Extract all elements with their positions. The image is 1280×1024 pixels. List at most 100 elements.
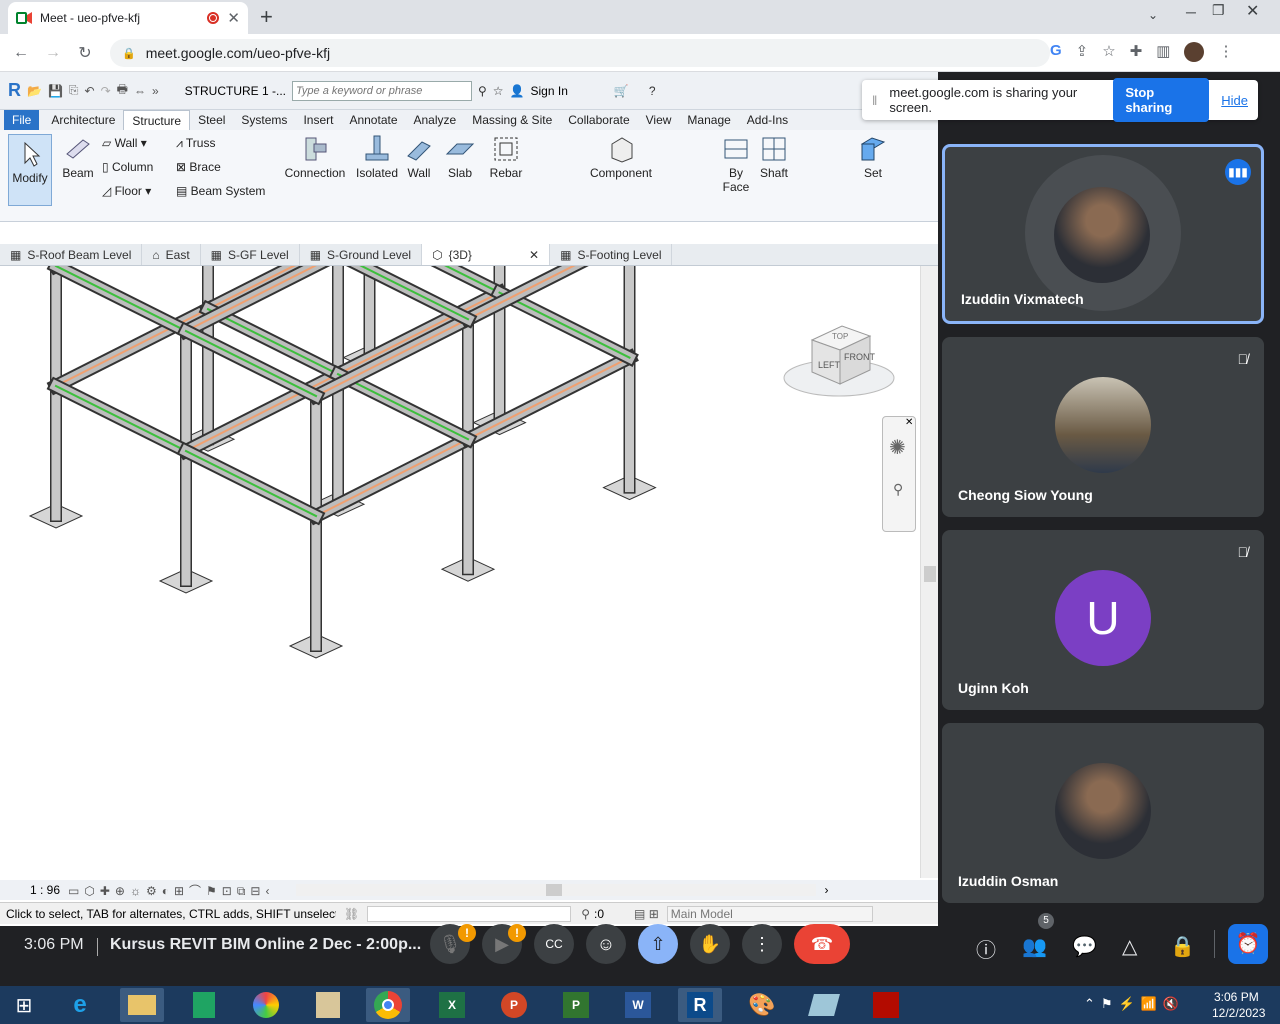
rebar-button[interactable]: Rebar xyxy=(486,134,526,180)
paint-icon[interactable]: 🎨 xyxy=(740,988,784,1022)
revit-search-input[interactable] xyxy=(292,80,472,101)
truss-button[interactable]: ⩘ Truss xyxy=(176,136,215,151)
ribbon-tab-view[interactable]: View xyxy=(638,110,680,130)
beam-rebar-line[interactable] xyxy=(466,356,631,441)
reload-icon[interactable]: ↻ xyxy=(74,42,96,64)
system-tray-icons[interactable]: ⌃⚑⚡📶🔇 xyxy=(1084,996,1185,1012)
editing-icon[interactable]: ▤ ⊞ xyxy=(634,907,659,921)
beam-rebar-line[interactable] xyxy=(336,372,470,441)
wall-button[interactable]: ▱ Wall ▾ xyxy=(102,136,147,150)
zoom-icon[interactable]: ⚲ xyxy=(893,481,903,498)
viewcube[interactable]: LEFT FRONT TOP xyxy=(782,316,896,400)
brace-button[interactable]: ⊠ Brace xyxy=(176,160,221,174)
print-icon[interactable]: 🖶 xyxy=(117,80,128,101)
participant-tile[interactable]: ▮▮▮ Izuddin Vixmatech xyxy=(942,144,1264,324)
save-icon[interactable]: 💾 xyxy=(48,84,63,98)
shaft-button[interactable]: Shaft xyxy=(756,134,792,180)
more-tools-icon[interactable]: » xyxy=(152,84,159,98)
floor-button[interactable]: ◿ Floor ▾ xyxy=(102,184,151,198)
tab-close-icon[interactable]: ✕ xyxy=(227,9,240,27)
tab-search-icon[interactable]: ⌄ xyxy=(1148,8,1158,22)
ribbon-tab-architecture[interactable]: Architecture xyxy=(43,110,123,130)
beam-rebar-line[interactable] xyxy=(54,384,188,453)
forward-icon[interactable]: → xyxy=(42,42,64,64)
beam-system-button[interactable]: ▤ Beam System xyxy=(176,184,265,198)
beam-rebar-line[interactable] xyxy=(336,291,501,376)
minimize-button[interactable]: ─ xyxy=(1186,4,1196,20)
revit-logo-icon[interactable]: R xyxy=(8,80,21,101)
workset-dropdown[interactable] xyxy=(367,905,572,922)
revit-taskbar-icon[interactable]: R xyxy=(678,988,722,1022)
host-controls-icon[interactable]: 🔒 xyxy=(1170,934,1195,959)
chat-icon[interactable]: 💬 xyxy=(1072,934,1097,959)
bookmark-star-icon[interactable]: ☆ xyxy=(1102,42,1115,62)
set-workplane-button[interactable]: Set xyxy=(856,134,890,180)
view-tab-ground-level[interactable]: ▦ S-Ground Level xyxy=(300,244,423,265)
stop-sharing-button[interactable]: Stop sharing xyxy=(1113,78,1210,122)
redo-icon[interactable]: ↷ xyxy=(101,84,111,98)
close-window-button[interactable]: ✕ xyxy=(1246,1,1259,21)
filter-icon[interactable]: ⚲ xyxy=(581,907,590,921)
cart-icon[interactable]: 🛒 xyxy=(614,84,629,98)
ie-icon[interactable]: e xyxy=(58,988,102,1022)
isolated-foundation-button[interactable]: Isolated xyxy=(354,134,400,180)
chrome-icon[interactable] xyxy=(366,988,410,1022)
paint-app-icon[interactable] xyxy=(244,988,288,1022)
slab-button[interactable]: Slab xyxy=(440,134,480,180)
view-scale[interactable]: 1 : 96 xyxy=(30,883,60,897)
view-tab-east[interactable]: ⌂ East xyxy=(142,244,201,265)
steering-wheel-icon[interactable]: ✺ xyxy=(889,435,906,460)
help-icon[interactable]: ? xyxy=(649,84,656,98)
ribbon-tab-addins[interactable]: Add-Ins xyxy=(739,110,796,130)
undo-icon[interactable]: ↶ xyxy=(85,84,95,98)
share-icon[interactable]: ⇪ xyxy=(1076,42,1089,62)
view-tab-roof-beam[interactable]: ▦ S-Roof Beam Level xyxy=(0,244,143,265)
omnibox[interactable]: 🔒 meet.google.com/ueo-pfve-kfj xyxy=(110,39,1050,67)
activities-icon[interactable]: △ xyxy=(1122,934,1137,959)
present-button[interactable]: ⇧ xyxy=(638,924,678,964)
beam-rebar-line[interactable] xyxy=(206,307,340,376)
file-explorer-icon[interactable] xyxy=(120,988,164,1022)
ribbon-tab-structure[interactable]: Structure xyxy=(123,110,191,130)
participant-tile[interactable]: 🎙̸ Cheong Siow Young xyxy=(942,337,1264,517)
profile-avatar[interactable] xyxy=(1184,42,1205,62)
ribbon-tab-collaborate[interactable]: Collaborate xyxy=(560,110,637,130)
view-tab-footing-level[interactable]: ▦ S-Footing Level xyxy=(550,244,673,265)
model-dropdown[interactable]: Main Model xyxy=(666,905,873,922)
notepad-app-icon[interactable] xyxy=(306,988,350,1022)
hide-banner-link[interactable]: Hide xyxy=(1221,93,1248,108)
connection-button[interactable]: Connection xyxy=(282,134,348,180)
beam-rebar-line[interactable] xyxy=(498,291,631,359)
component-button[interactable]: Component xyxy=(588,134,654,180)
project-icon[interactable]: P xyxy=(554,988,598,1022)
ribbon-tab-analyze[interactable]: Analyze xyxy=(406,110,465,130)
ribbon-tab-manage[interactable]: Manage xyxy=(679,110,738,130)
ribbon-tab-massing[interactable]: Massing & Site xyxy=(464,110,560,130)
beam-button[interactable]: Beam xyxy=(58,134,98,180)
end-call-button[interactable]: ☎ xyxy=(794,924,850,964)
drag-handle-icon[interactable]: ‖ xyxy=(872,93,877,108)
emoji-button[interactable]: ☺ xyxy=(586,924,626,964)
vertical-scrollbar-track[interactable] xyxy=(920,266,938,878)
column-button[interactable]: ▯ Column xyxy=(102,160,153,174)
modify-button[interactable]: Modify xyxy=(8,134,52,206)
close-view-icon[interactable]: ✕ xyxy=(529,248,539,262)
measure-icon[interactable]: ⇔ xyxy=(134,84,146,98)
3d-viewport[interactable]: LEFT FRONT TOP ✕ ✺ ⚲ xyxy=(6,266,920,878)
acrobat-icon[interactable] xyxy=(864,988,908,1022)
worksets-icon[interactable]: ⛓ xyxy=(344,907,359,921)
excel-icon[interactable]: X xyxy=(430,988,474,1022)
scroll-right-icon[interactable]: › xyxy=(824,883,828,897)
beam-rebar-line[interactable] xyxy=(54,266,188,333)
view-tab-gf-level[interactable]: ▦ S-GF Level xyxy=(201,244,300,265)
timer-button[interactable]: ⏰ xyxy=(1228,924,1268,964)
horizontal-scrollbar[interactable] xyxy=(296,884,817,896)
more-options-button[interactable]: ⋮ xyxy=(742,924,782,964)
new-tab-button[interactable]: + xyxy=(260,4,273,30)
participant-tile[interactable]: U 🎙̸ Uginn Koh xyxy=(942,530,1264,710)
open-icon[interactable]: 📂 xyxy=(27,84,42,98)
back-icon[interactable]: ← xyxy=(10,42,32,64)
ribbon-tab-systems[interactable]: Systems xyxy=(233,110,295,130)
ribbon-tab-annotate[interactable]: Annotate xyxy=(341,110,405,130)
sign-in-button[interactable]: Sign In xyxy=(531,84,568,98)
